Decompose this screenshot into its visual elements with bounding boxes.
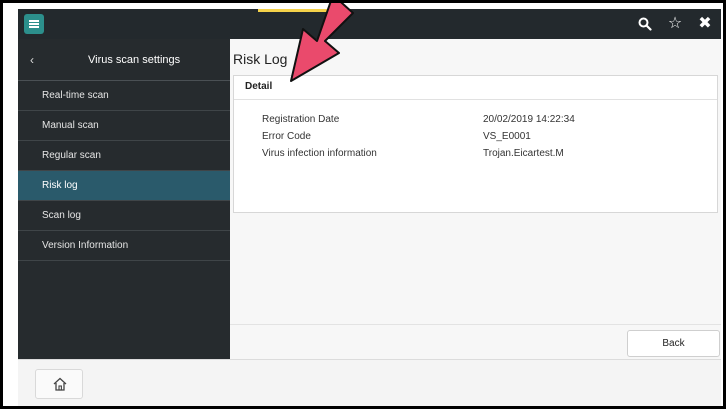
menu-icon[interactable] <box>24 14 44 34</box>
home-button[interactable] <box>35 369 83 399</box>
detail-value: 20/02/2019 14:22:34 <box>483 114 575 125</box>
sidebar-item-risk-log[interactable]: Risk log <box>18 171 230 201</box>
back-chevron-icon[interactable]: ‹ <box>30 53 34 67</box>
sidebar-item-manual-scan[interactable]: Manual scan <box>18 111 230 141</box>
sidebar-title: Virus scan settings <box>88 54 181 66</box>
sidebar: ‹ Virus scan settings Real-time scan Man… <box>18 39 230 359</box>
detail-key: Error Code <box>262 131 311 142</box>
sidebar-item-version-information[interactable]: Version Information <box>18 231 230 261</box>
pointer-arrow-icon <box>290 3 354 82</box>
app-window: ☆ ✖ ‹ Virus scan settings Real-time scan… <box>0 0 726 409</box>
star-icon[interactable]: ☆ <box>664 13 686 35</box>
sidebar-item-regular-scan[interactable]: Regular scan <box>18 141 230 171</box>
close-icon[interactable]: ✖ <box>694 13 716 35</box>
detail-key: Virus infection information <box>262 148 377 159</box>
search-icon[interactable] <box>634 13 656 35</box>
sidebar-item-scan-log[interactable]: Scan log <box>18 201 230 231</box>
detail-card: Detail Registration Date 20/02/2019 14:2… <box>233 75 718 213</box>
sidebar-header: ‹ Virus scan settings <box>18 39 230 81</box>
bottom-bar <box>18 359 721 406</box>
sidebar-item-real-time-scan[interactable]: Real-time scan <box>18 81 230 111</box>
detail-key: Registration Date <box>262 114 340 125</box>
home-icon <box>53 377 67 391</box>
footer-divider <box>230 324 721 325</box>
back-button[interactable]: Back <box>627 330 720 357</box>
detail-value: VS_E0001 <box>483 131 531 142</box>
detail-value: Trojan.Eicartest.M <box>483 148 564 159</box>
